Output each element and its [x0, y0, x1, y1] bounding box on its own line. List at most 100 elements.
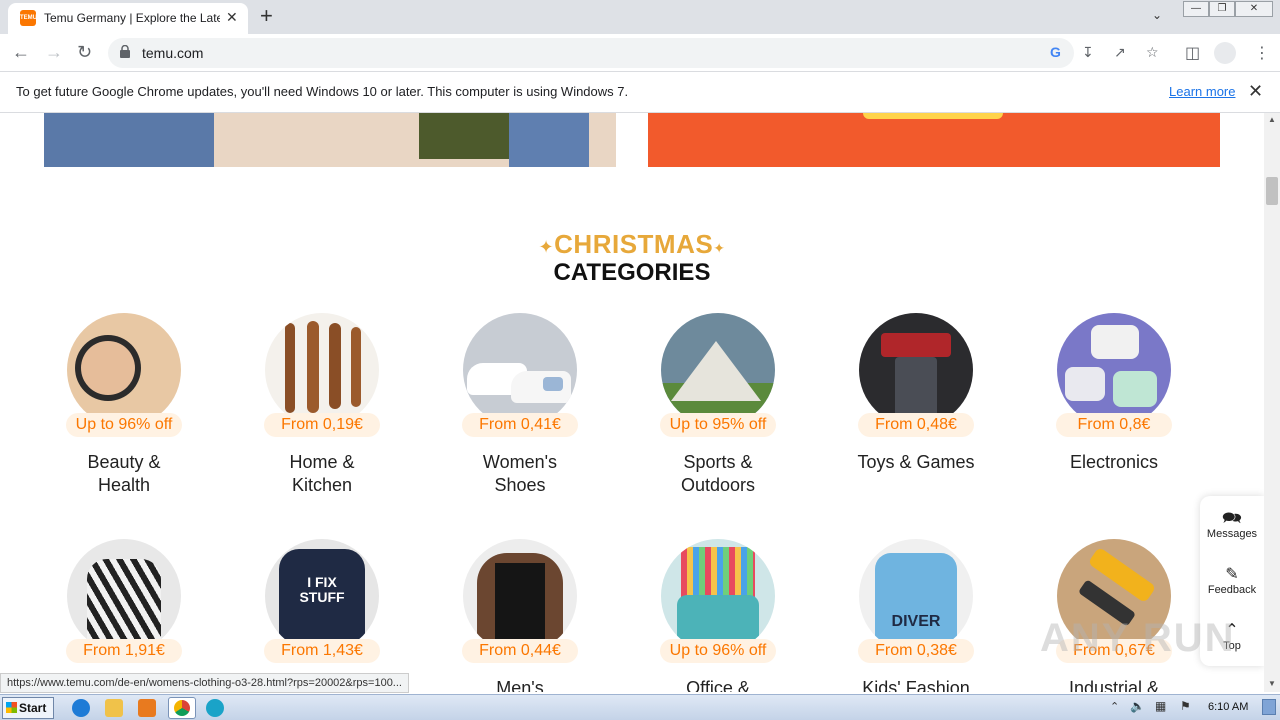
scrollbar-thumb[interactable]: [1266, 177, 1278, 205]
tab-title: Temu Germany | Explore the Latest C: [44, 11, 220, 25]
share-icon[interactable]: ↗: [1114, 44, 1126, 61]
tray-chevron-icon[interactable]: ⌃: [1110, 700, 1119, 713]
url-text[interactable]: temu.com: [142, 45, 203, 61]
feedback-button[interactable]: ✎ Feedback: [1200, 566, 1264, 596]
category-image: DIVER: [859, 539, 973, 653]
profile-avatar[interactable]: [1214, 42, 1236, 64]
scroll-down-arrow-icon[interactable]: ▼: [1268, 679, 1276, 688]
minimize-button[interactable]: —: [1183, 1, 1209, 17]
category-image: [67, 539, 181, 653]
side-panel-icon[interactable]: ◫: [1185, 43, 1200, 63]
category-badge: From 1,91€: [66, 639, 182, 663]
menu-kebab-icon[interactable]: ⋮: [1254, 43, 1270, 63]
category-badge: From 1,43€: [264, 639, 380, 663]
sparkle-icon: ✦: [538, 237, 555, 257]
category-name: Toys & Games: [857, 452, 975, 472]
windows-logo-icon: [6, 702, 17, 713]
kids-shirt-text: DIVER: [891, 613, 941, 630]
category-office-school[interactable]: Up to 96% off Office &: [628, 539, 808, 692]
category-image: [661, 539, 775, 653]
messages-button[interactable]: 🗪 Messages: [1200, 510, 1264, 540]
tab-strip: TEMU Temu Germany | Explore the Latest C…: [0, 0, 1280, 34]
category-badge: From 0,48€: [858, 413, 974, 437]
category-beauty-health[interactable]: Up to 96% off Beauty & Health: [34, 313, 214, 497]
chrome-icon: [174, 700, 190, 716]
network-icon[interactable]: ▦: [1155, 699, 1166, 713]
taskbar-clock[interactable]: 6:10 AM: [1208, 701, 1248, 713]
promo-banner-right[interactable]: [648, 113, 1220, 167]
tab-temu[interactable]: TEMU Temu Germany | Explore the Latest C…: [8, 3, 248, 34]
file-explorer-icon[interactable]: [105, 699, 123, 717]
category-name: Women's Shoes: [482, 452, 558, 495]
internet-explorer-icon[interactable]: [72, 699, 90, 717]
browser-toolbar: ← → ↻ temu.com G ↧ ↗ ☆ ◫ ⋮: [0, 34, 1280, 72]
category-name: Sports & Outdoors: [680, 452, 756, 495]
category-image: [661, 313, 775, 427]
google-lens-icon[interactable]: G: [1050, 44, 1061, 60]
category-name: Home & Kitchen: [289, 452, 355, 495]
promo-banner-left[interactable]: [44, 113, 616, 167]
banner-jeans-image: [44, 113, 214, 167]
category-image: [463, 313, 577, 427]
tshirt-text: I FIX: [307, 574, 337, 590]
category-badge: From 0,41€: [462, 413, 578, 437]
link-status-bubble: https://www.temu.com/de-en/womens-clothi…: [0, 673, 409, 693]
category-electronics[interactable]: From 0,8€ Electronics: [1024, 313, 1204, 474]
banner-button-shape: [863, 113, 1003, 119]
scroll-up-arrow-icon[interactable]: ▲: [1268, 115, 1276, 124]
tshirt-text: STUFF: [299, 589, 345, 605]
reload-icon[interactable]: ↻: [77, 40, 92, 64]
tab-close-icon[interactable]: ✕: [226, 9, 238, 26]
category-badge: From 0,19€: [264, 413, 380, 437]
page-scrollbar[interactable]: ▲ ▼: [1264, 113, 1280, 692]
sparkle-icon: ✦: [713, 240, 726, 256]
show-desktop-button[interactable]: [1262, 699, 1276, 715]
category-name: Men's: [496, 678, 544, 692]
category-image: I FIX STUFF: [265, 539, 379, 653]
infobar-close-icon[interactable]: ✕: [1248, 81, 1263, 102]
back-arrow-icon[interactable]: ←: [12, 40, 30, 64]
bookmark-star-icon[interactable]: ☆: [1146, 44, 1159, 61]
category-womens-clothing[interactable]: From 1,91€: [34, 539, 214, 677]
anyrun-watermark: ANY RUN: [1040, 616, 1236, 660]
address-bar[interactable]: temu.com G ↧ ↗ ☆: [108, 38, 1159, 68]
action-center-flag-icon[interactable]: ⚑: [1180, 699, 1191, 713]
forward-arrow-icon[interactable]: →: [45, 40, 63, 64]
start-button[interactable]: Start: [2, 697, 54, 719]
edge-icon[interactable]: [206, 699, 224, 717]
section-heading: ✦CHRISTMAS✦ CATEGORIES: [0, 231, 1264, 285]
chrome-taskbar-button[interactable]: [168, 697, 196, 719]
tab-search-chevron-icon[interactable]: ⌄: [1152, 8, 1162, 22]
update-infobar: To get future Google Chrome updates, you…: [0, 72, 1280, 113]
media-player-icon[interactable]: [138, 699, 156, 717]
install-app-icon[interactable]: ↧: [1082, 44, 1094, 61]
category-name: Office &: [686, 678, 750, 692]
category-toys-games[interactable]: From 0,48€ Toys & Games: [826, 313, 1006, 474]
category-image: [463, 539, 577, 653]
category-badge: From 0,38€: [858, 639, 974, 663]
category-name: Kids' Fashion: [862, 678, 970, 692]
category-name: Electronics: [1069, 452, 1159, 472]
restore-button[interactable]: ❐: [1209, 1, 1235, 17]
category-badge: From 0,44€: [462, 639, 578, 663]
new-tab-button[interactable]: +: [260, 4, 273, 28]
temu-favicon-icon: TEMU: [20, 10, 37, 26]
infobar-message: To get future Google Chrome updates, you…: [16, 84, 629, 99]
volume-icon[interactable]: 🔈: [1130, 699, 1145, 713]
heading-christmas: ✦CHRISTMAS✦: [538, 229, 726, 259]
category-kids-fashion[interactable]: DIVER From 0,38€ Kids' Fashion: [826, 539, 1006, 692]
category-home-kitchen[interactable]: From 0,19€ Home & Kitchen: [232, 313, 412, 497]
banner-jacket-image: [419, 113, 509, 159]
lock-icon[interactable]: [120, 45, 130, 58]
category-badge: From 0,8€: [1056, 413, 1172, 437]
window-close-button[interactable]: ✕: [1235, 1, 1273, 17]
page-content: ✦CHRISTMAS✦ CATEGORIES Up to 96% off Bea…: [0, 113, 1264, 692]
category-sports-outdoors[interactable]: Up to 95% off Sports & Outdoors: [628, 313, 808, 497]
chat-bubble-icon: 🗪: [1222, 510, 1242, 527]
learn-more-link[interactable]: Learn more: [1169, 84, 1235, 99]
category-womens-shoes[interactable]: From 0,41€ Women's Shoes: [430, 313, 610, 497]
windows-taskbar: Start ⌃ 🔈 ▦ ⚑ 6:10 AM: [0, 694, 1280, 720]
category-image: [859, 313, 973, 427]
category-mens-clothing[interactable]: From 0,44€ Men's: [430, 539, 610, 692]
category-mens-tshirts[interactable]: I FIX STUFF From 1,43€: [232, 539, 412, 677]
